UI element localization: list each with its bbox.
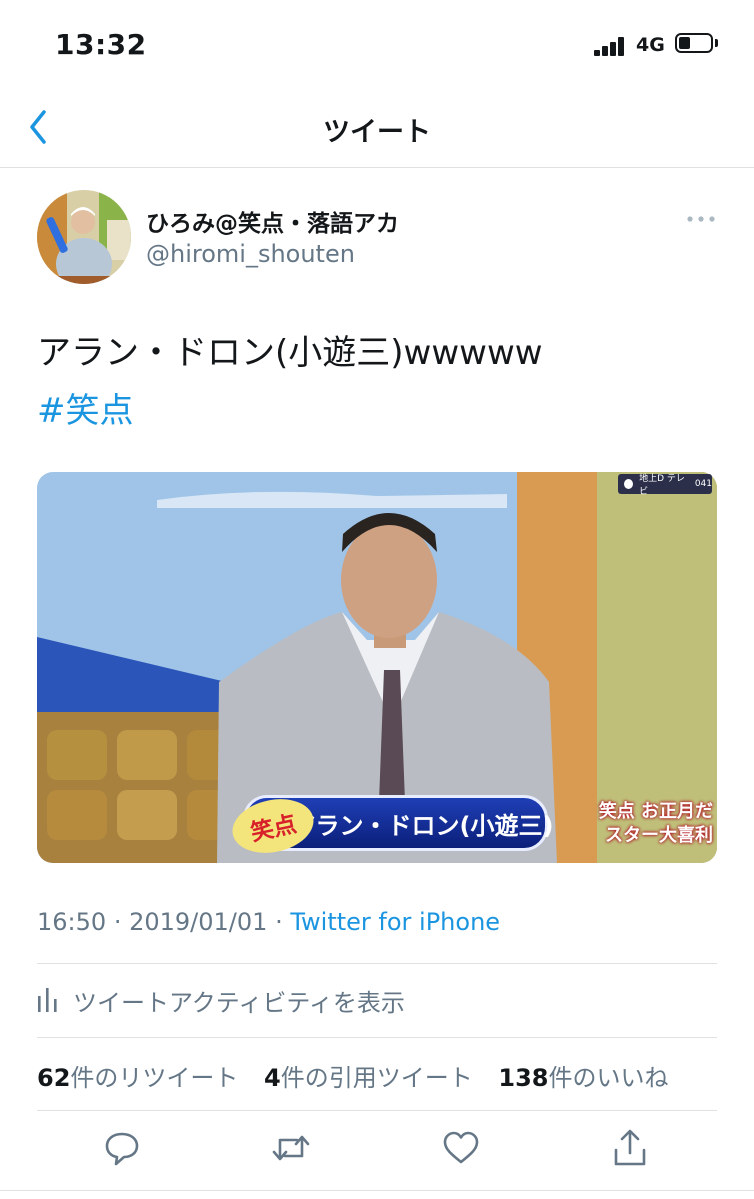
- reply-button[interactable]: [102, 1128, 142, 1168]
- more-icon: [687, 216, 715, 222]
- likes-stat[interactable]: 138件のいいね: [498, 1064, 668, 1092]
- channel-icon: [624, 479, 634, 489]
- more-button[interactable]: [684, 204, 718, 234]
- likes-label: 件のいいね: [548, 1064, 669, 1092]
- divider: [37, 1037, 717, 1038]
- tweet-meta: 16:50 · 2019/01/01 · Twitter for iPhone: [37, 908, 500, 936]
- image-corner-caption: 笑点 お正月だ スター大喜利: [589, 800, 713, 848]
- author-handle[interactable]: @hiromi_shouten: [146, 240, 355, 268]
- nav-bar: ツイート: [0, 90, 754, 168]
- bottom-divider: [0, 1190, 754, 1191]
- retweets-label: 件のリツイート: [70, 1064, 239, 1092]
- share-icon: [614, 1129, 646, 1166]
- reply-icon: [105, 1132, 139, 1166]
- quotes-label: 件の引用ツイート: [280, 1064, 473, 1092]
- battery-cap: [715, 39, 718, 47]
- meta-separator-2: ·: [275, 908, 283, 936]
- tweet-text: アラン・ドロン(小遊三)wwwww: [37, 333, 543, 373]
- quotes-stat[interactable]: 4件の引用ツイート: [264, 1064, 473, 1092]
- tweet-time: 16:50: [37, 908, 107, 936]
- retweets-stat[interactable]: 62件のリツイート: [37, 1064, 238, 1092]
- status-time: 13:32: [55, 28, 147, 61]
- activity-bars-icon: [38, 988, 57, 1012]
- network-type: 4G: [636, 34, 665, 56]
- tweet-activity-label: ツイートアクティビティを表示: [73, 988, 405, 1017]
- retweets-count: 62: [37, 1064, 71, 1092]
- channel-number: 041: [694, 479, 712, 489]
- meta-separator: ·: [113, 908, 122, 936]
- hashtag-link[interactable]: #笑点: [37, 383, 134, 432]
- like-icon: [443, 1131, 479, 1164]
- share-button[interactable]: [610, 1128, 650, 1168]
- channel-badge: 地上D テレビ 041: [618, 474, 712, 497]
- tweet-date: 2019/01/01: [129, 908, 268, 936]
- author-display-name[interactable]: ひろみ@笑点・落語アカ: [146, 204, 399, 238]
- divider: [37, 963, 717, 964]
- retweet-button[interactable]: [271, 1128, 311, 1168]
- tweet-source-link[interactable]: Twitter for iPhone: [290, 908, 500, 936]
- retweet-icon: [272, 1135, 310, 1161]
- likes-count: 138: [498, 1064, 549, 1092]
- signal-icon: [594, 36, 628, 56]
- avatar[interactable]: [37, 190, 131, 284]
- quotes-count: 4: [264, 1064, 281, 1092]
- corner-caption-line1: 笑点 お正月だ: [598, 801, 713, 822]
- status-bar: 13:32 4G: [0, 0, 754, 90]
- page-title: ツイート: [323, 117, 431, 148]
- divider: [37, 1110, 717, 1111]
- tweet-activity-button[interactable]: ツイートアクティビティを表示: [37, 980, 405, 1020]
- channel-label: 地上D テレビ: [639, 474, 685, 497]
- battery-icon: [675, 33, 713, 53]
- corner-caption-line2: スター大喜利: [605, 825, 713, 846]
- engagement-stats: 62件のリツイート 4件の引用ツイート 138件のいいね: [37, 1058, 687, 1093]
- action-bar: [0, 1128, 754, 1172]
- like-button[interactable]: [441, 1128, 481, 1168]
